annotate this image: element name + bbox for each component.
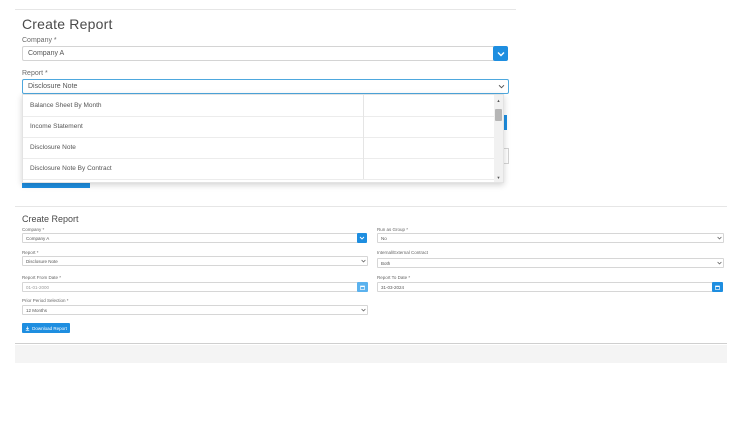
prior-period-chevron[interactable] bbox=[358, 305, 368, 315]
dropdown-option[interactable]: Disclosure Note By Contract bbox=[23, 158, 496, 180]
contract-value: Both bbox=[381, 260, 391, 266]
scroll-up-icon[interactable]: ▲ bbox=[494, 96, 503, 104]
run-as-group-chevron[interactable] bbox=[714, 233, 724, 243]
calendar-icon bbox=[715, 285, 720, 290]
option-label: Balance Sheet By Month bbox=[30, 102, 102, 109]
chevron-down-icon bbox=[716, 236, 722, 240]
report-from-date-label: Report From Date * bbox=[22, 275, 62, 280]
dropdown-scrollbar[interactable]: ▲ ▼ bbox=[494, 95, 503, 182]
download-report-label: Download Report bbox=[32, 325, 67, 331]
company-select-value: Company A bbox=[28, 50, 65, 57]
run-as-group-select[interactable]: No bbox=[377, 233, 724, 243]
prior-period-value: 12 Months bbox=[26, 307, 48, 313]
dropdown-option[interactable]: Income Statement bbox=[23, 116, 496, 138]
company-label: Company * bbox=[22, 227, 45, 232]
report-to-date-label: Report To Date * bbox=[377, 275, 411, 280]
run-as-group-label: Run as Group * bbox=[377, 227, 409, 232]
prior-period-label: Prior Period Selection * bbox=[22, 298, 69, 303]
top-divider bbox=[15, 9, 516, 10]
chevron-down-icon bbox=[716, 261, 722, 265]
card-title: Create Report bbox=[22, 214, 79, 224]
report-dropdown-list: Balance Sheet By Month Income Statement … bbox=[22, 94, 504, 183]
report-dropdown-chevron[interactable] bbox=[358, 256, 368, 266]
create-report-card bbox=[15, 206, 727, 344]
report-select[interactable]: Disclosure Note bbox=[22, 79, 509, 94]
chevron-down-icon bbox=[360, 308, 366, 312]
report-dropdown-chevron[interactable] bbox=[495, 80, 507, 93]
page-title: Create Report bbox=[22, 16, 113, 32]
calendar-icon bbox=[360, 285, 365, 290]
contract-select[interactable]: Both bbox=[377, 258, 724, 268]
company-dropdown-button[interactable] bbox=[357, 233, 367, 243]
dropdown-option[interactable]: Disclosure Note bbox=[23, 137, 496, 159]
option-label: Income Statement bbox=[30, 123, 83, 130]
contract-chevron[interactable] bbox=[714, 258, 724, 268]
prior-period-select[interactable]: 12 Months bbox=[22, 305, 368, 315]
chevron-down-icon bbox=[497, 51, 504, 56]
option-label: Disclosure Note By Contract bbox=[30, 165, 112, 172]
chevron-down-icon bbox=[359, 236, 365, 240]
company-dropdown-button[interactable] bbox=[493, 46, 508, 61]
download-icon bbox=[25, 326, 30, 331]
report-label: Report * bbox=[22, 70, 48, 77]
to-date-picker-button[interactable] bbox=[712, 282, 723, 292]
download-report-button[interactable]: Download Report bbox=[22, 323, 70, 333]
report-to-date-input[interactable]: 31-03-2024 bbox=[377, 282, 713, 292]
report-label: Report * bbox=[22, 250, 39, 255]
scroll-down-icon[interactable]: ▼ bbox=[494, 173, 503, 181]
report-select[interactable]: Disclosure Note bbox=[22, 256, 368, 266]
company-select-value: Company A bbox=[26, 235, 50, 241]
run-as-group-value: No bbox=[381, 235, 387, 241]
chevron-down-icon bbox=[498, 84, 504, 89]
company-select[interactable]: Company A bbox=[22, 46, 495, 61]
dropdown-option[interactable]: Balance Sheet By Month bbox=[23, 95, 496, 117]
report-to-date-value: 31-03-2024 bbox=[381, 284, 405, 290]
from-date-picker-button[interactable] bbox=[357, 282, 368, 292]
contract-label: Internal/External Contract bbox=[377, 250, 429, 255]
chevron-down-icon bbox=[360, 259, 366, 263]
report-select-value: Disclosure Note bbox=[28, 83, 78, 90]
report-from-date-value: 01-01-2000 bbox=[26, 284, 50, 290]
footer-strip bbox=[15, 345, 727, 363]
company-label: Company * bbox=[22, 37, 57, 44]
company-select[interactable]: Company A bbox=[22, 233, 358, 243]
option-label: Disclosure Note bbox=[30, 144, 76, 151]
report-from-date-input[interactable]: 01-01-2000 bbox=[22, 282, 358, 292]
scrollbar-thumb[interactable] bbox=[495, 109, 502, 121]
report-select-value: Disclosure Note bbox=[26, 258, 58, 264]
